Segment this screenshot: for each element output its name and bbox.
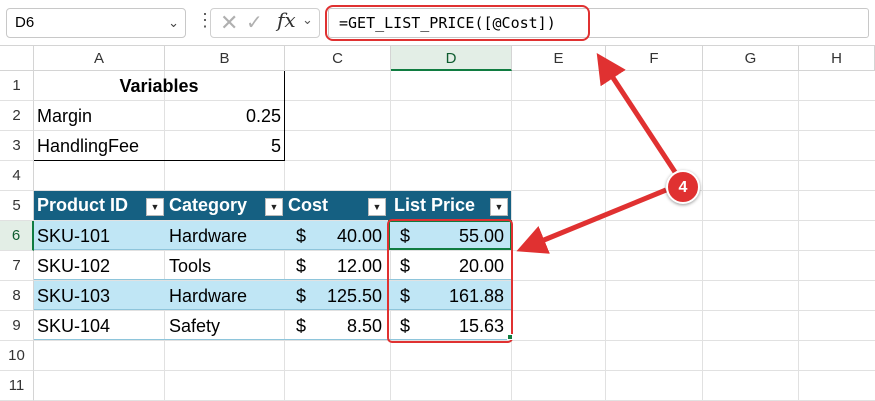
- arrow-to-formula: [596, 52, 678, 174]
- annotation-arrows: [516, 52, 678, 254]
- arrow-to-list-price: [516, 187, 667, 254]
- step-badge: 4: [666, 170, 700, 204]
